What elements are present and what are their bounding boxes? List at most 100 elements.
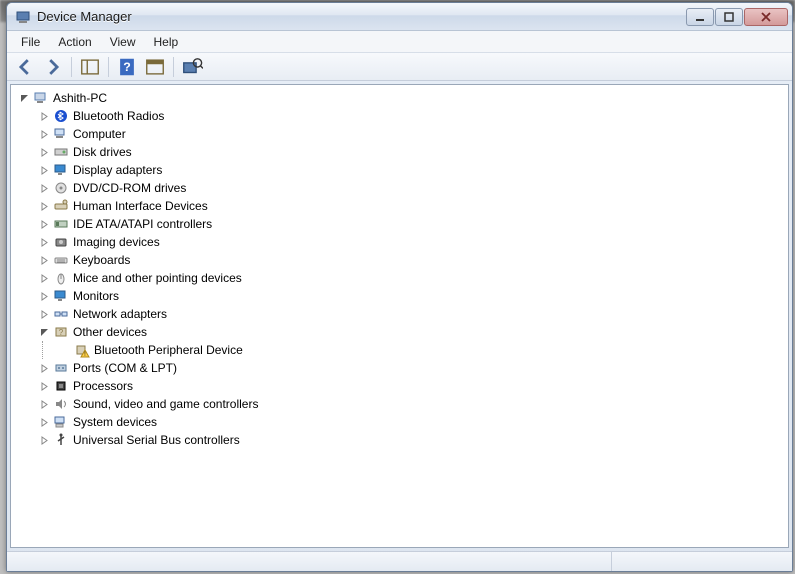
tree-item[interactable]: Imaging devices (35, 233, 788, 251)
menu-view[interactable]: View (102, 33, 144, 51)
tree-item[interactable]: Display adapters (35, 161, 788, 179)
imaging-icon (53, 234, 69, 250)
other-icon: ? (53, 324, 69, 340)
tree-item-label: IDE ATA/ATAPI controllers (73, 215, 212, 233)
expand-icon[interactable] (37, 217, 51, 231)
tree-item-label: Universal Serial Bus controllers (73, 431, 240, 449)
sound-icon (53, 396, 69, 412)
expand-icon[interactable] (37, 307, 51, 321)
monitor-icon (53, 288, 69, 304)
expand-icon[interactable] (37, 415, 51, 429)
tree-item-label: Imaging devices (73, 233, 160, 251)
menu-action[interactable]: Action (50, 33, 99, 51)
tree-item[interactable]: Human Interface Devices (35, 197, 788, 215)
ports-icon (53, 360, 69, 376)
tree-item-label: Computer (73, 125, 126, 143)
back-button[interactable] (13, 56, 37, 78)
device-manager-window: Device Manager File Action View Help ? A… (6, 2, 793, 572)
close-button[interactable] (744, 8, 788, 26)
status-cell (612, 552, 792, 571)
scan-hardware-button[interactable] (180, 56, 204, 78)
expand-icon[interactable] (37, 361, 51, 375)
ide-icon (53, 216, 69, 232)
status-cell (7, 552, 612, 571)
menu-file[interactable]: File (13, 33, 48, 51)
toolbar-separator (71, 57, 72, 77)
show-hide-console-tree-button[interactable] (78, 56, 102, 78)
tree-item[interactable]: Keyboards (35, 251, 788, 269)
properties-toolbar-button[interactable] (143, 56, 167, 78)
maximize-button[interactable] (715, 8, 743, 26)
toolbar-separator (108, 57, 109, 77)
tree-root[interactable]: Ashith-PC (15, 89, 788, 107)
expand-icon[interactable] (37, 163, 51, 177)
tree-item[interactable]: !Bluetooth Peripheral Device (56, 341, 788, 359)
keyboard-icon (53, 252, 69, 268)
tree-item[interactable]: Monitors (35, 287, 788, 305)
collapse-icon[interactable] (37, 325, 51, 339)
hid-icon (53, 198, 69, 214)
toolbar-separator (173, 57, 174, 77)
tree-item-label: Mice and other pointing devices (73, 269, 242, 287)
tree-item-label: Human Interface Devices (73, 197, 208, 215)
tree-item-label: Disk drives (73, 143, 132, 161)
statusbar (7, 551, 792, 571)
tree-item[interactable]: Bluetooth Radios (35, 107, 788, 125)
forward-button[interactable] (41, 56, 65, 78)
tree-item[interactable]: Processors (35, 377, 788, 395)
expand-icon[interactable] (37, 397, 51, 411)
tree-item-label: Display adapters (73, 161, 162, 179)
expand-icon[interactable] (37, 289, 51, 303)
system-icon (53, 414, 69, 430)
tree-item-label: Sound, video and game controllers (73, 395, 258, 413)
tree-item-label: Network adapters (73, 305, 167, 323)
expand-icon[interactable] (37, 181, 51, 195)
tree-item[interactable]: IDE ATA/ATAPI controllers (35, 215, 788, 233)
expand-icon[interactable] (37, 253, 51, 267)
tree-content[interactable]: Ashith-PCBluetooth RadiosComputerDisk dr… (10, 84, 789, 548)
collapse-icon[interactable] (17, 91, 31, 105)
expand-icon[interactable] (37, 127, 51, 141)
cdrom-icon (53, 180, 69, 196)
expand-icon[interactable] (37, 271, 51, 285)
window-title: Device Manager (37, 9, 685, 24)
app-icon (15, 9, 31, 25)
tree-item-label: Other devices (73, 323, 147, 341)
tree-item[interactable]: Sound, video and game controllers (35, 395, 788, 413)
tree-item-label: Monitors (73, 287, 119, 305)
expand-icon[interactable] (37, 199, 51, 213)
tree-item-label: Keyboards (73, 251, 130, 269)
tree-item[interactable]: System devices (35, 413, 788, 431)
tree-item[interactable]: Mice and other pointing devices (35, 269, 788, 287)
expand-icon[interactable] (37, 109, 51, 123)
expand-icon[interactable] (37, 433, 51, 447)
svg-text:?: ? (123, 60, 131, 74)
mouse-icon (53, 270, 69, 286)
tree-item-label: Bluetooth Peripheral Device (94, 341, 243, 359)
menu-help[interactable]: Help (146, 33, 187, 51)
expand-icon[interactable] (37, 379, 51, 393)
expand-icon[interactable] (37, 145, 51, 159)
tree-item[interactable]: Universal Serial Bus controllers (35, 431, 788, 449)
tree-item[interactable]: Computer (35, 125, 788, 143)
tree-item-label: Bluetooth Radios (73, 107, 164, 125)
tree-item-label: Processors (73, 377, 133, 395)
help-toolbar-button[interactable]: ? (115, 56, 139, 78)
tree-item-label: DVD/CD-ROM drives (73, 179, 186, 197)
svg-text:?: ? (59, 328, 64, 337)
tree-item[interactable]: Disk drives (35, 143, 788, 161)
menubar: File Action View Help (7, 31, 792, 53)
tree-root-label: Ashith-PC (53, 89, 107, 107)
titlebar[interactable]: Device Manager (7, 3, 792, 31)
minimize-button[interactable] (686, 8, 714, 26)
warning-icon: ! (74, 342, 90, 358)
processor-icon (53, 378, 69, 394)
expand-icon[interactable] (37, 235, 51, 249)
disk-icon (53, 144, 69, 160)
tree-item[interactable]: ? Other devices (35, 323, 788, 341)
tree-item[interactable]: Network adapters (35, 305, 788, 323)
usb-icon (53, 432, 69, 448)
tree-item[interactable]: DVD/CD-ROM drives (35, 179, 788, 197)
pc-icon (33, 90, 49, 106)
tree-item[interactable]: Ports (COM & LPT) (35, 359, 788, 377)
